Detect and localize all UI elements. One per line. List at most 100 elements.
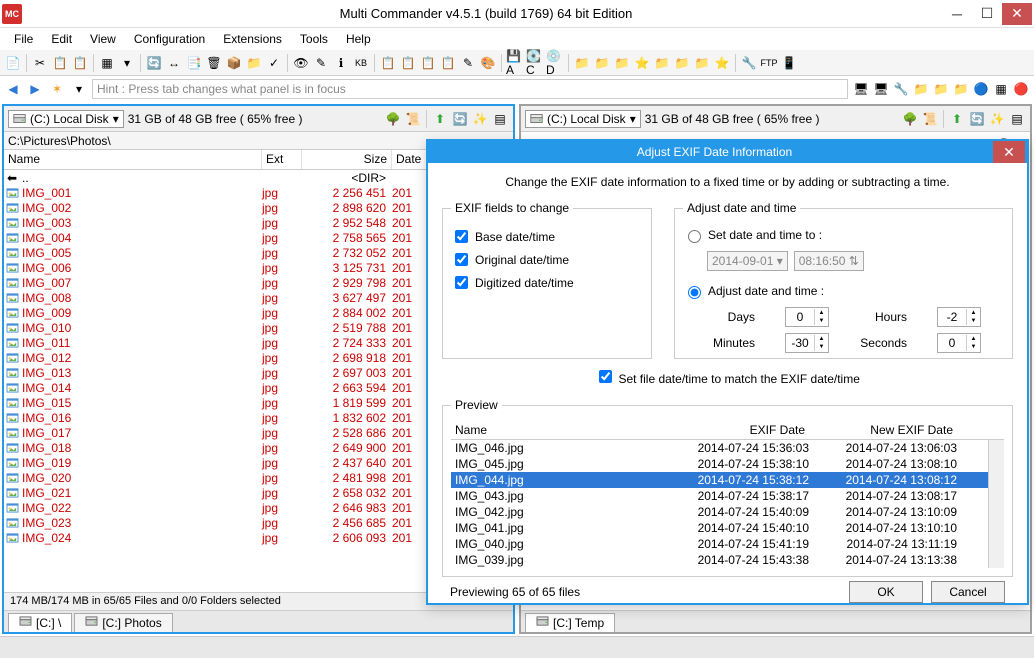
preview-row[interactable]: IMG_042.jpg2014-07-24 15:40:092014-07-24…: [451, 504, 1004, 520]
fav8-icon[interactable]: ⭐: [713, 54, 731, 72]
paste-icon[interactable]: 📋: [71, 54, 89, 72]
fav6-icon[interactable]: 📁: [673, 54, 691, 72]
nr3-icon[interactable]: 🔧: [892, 80, 910, 98]
new-icon[interactable]: 📄: [4, 54, 22, 72]
nav-hist-icon[interactable]: ✶: [48, 80, 66, 98]
minimize-button[interactable]: ─: [942, 3, 972, 25]
cancel-button[interactable]: Cancel: [931, 581, 1005, 603]
ftp-icon[interactable]: FTP: [760, 54, 778, 72]
preview-scrollbar[interactable]: [988, 440, 1004, 568]
nav-back-icon[interactable]: ◀: [4, 80, 22, 98]
up-icon-r[interactable]: ⬆: [948, 110, 966, 128]
fav7-icon[interactable]: 📁: [693, 54, 711, 72]
fav1-icon[interactable]: 📁: [573, 54, 591, 72]
menu-file[interactable]: File: [6, 30, 41, 48]
cb-original[interactable]: [455, 253, 468, 266]
cb-match-filedate[interactable]: [599, 370, 612, 383]
preview-list[interactable]: IMG_046.jpg2014-07-24 15:36:032014-07-24…: [451, 440, 1004, 568]
tool1-icon[interactable]: 🔧: [740, 54, 758, 72]
cut-icon[interactable]: ✂: [31, 54, 49, 72]
tree-icon-r[interactable]: 🌳: [901, 110, 919, 128]
set-date-input[interactable]: 2014-09-01 ▾: [707, 251, 788, 271]
spin-seconds[interactable]: ▲▼: [937, 333, 981, 353]
ok-button[interactable]: OK: [849, 581, 923, 603]
tree-icon[interactable]: 🌳: [384, 110, 402, 128]
panel-tab[interactable]: [C:] Temp: [525, 613, 615, 632]
edit-icon[interactable]: ✎: [312, 54, 330, 72]
nr6-icon[interactable]: 📁: [952, 80, 970, 98]
rb-adjust[interactable]: [688, 286, 701, 299]
set-time-input[interactable]: 08:16:50 ⇅: [794, 251, 864, 271]
drive-selector-r[interactable]: (C:) Local Disk ▾: [525, 110, 641, 128]
nav-fwd-icon[interactable]: ▶: [26, 80, 44, 98]
preview-row[interactable]: IMG_044.jpg2014-07-24 15:38:122014-07-24…: [451, 472, 1004, 488]
nav-drop-icon[interactable]: ▾: [70, 80, 88, 98]
refresh2-icon[interactable]: 🔄: [451, 110, 469, 128]
dialog-close-button[interactable]: ✕: [993, 141, 1025, 163]
hist-icon-r[interactable]: 📜: [921, 110, 939, 128]
preview-row[interactable]: IMG_046.jpg2014-07-24 15:36:032014-07-24…: [451, 440, 1004, 456]
drive-c-icon[interactable]: 💽C: [526, 54, 544, 72]
pcol-name[interactable]: Name: [451, 421, 669, 439]
command-line[interactable]: Hint : Press tab changes what panel is i…: [92, 79, 848, 99]
nr1-icon[interactable]: 🖥: [852, 80, 870, 98]
copy-file-icon[interactable]: 📑: [185, 54, 203, 72]
fav4-icon[interactable]: ⭐: [633, 54, 651, 72]
color-icon[interactable]: 🎨: [479, 54, 497, 72]
spin-days[interactable]: ▲▼: [785, 307, 829, 327]
delete-icon[interactable]: 🗑: [205, 54, 223, 72]
preview-row[interactable]: IMG_040.jpg2014-07-24 15:41:192014-07-24…: [451, 536, 1004, 552]
pcol-newexif[interactable]: New EXIF Date: [809, 421, 957, 439]
drive-d-icon[interactable]: 💿D: [546, 54, 564, 72]
menu-edit[interactable]: Edit: [43, 30, 80, 48]
clip-icon[interactable]: 📋: [399, 54, 417, 72]
preview-row[interactable]: IMG_043.jpg2014-07-24 15:38:172014-07-24…: [451, 488, 1004, 504]
select-icon[interactable]: ▦: [98, 54, 116, 72]
refresh-icon-r[interactable]: 🔄: [968, 110, 986, 128]
fav2-icon[interactable]: 📁: [593, 54, 611, 72]
folder-icon[interactable]: 📁: [245, 54, 263, 72]
up-icon[interactable]: ⬆: [431, 110, 449, 128]
hist2-icon[interactable]: 📜: [404, 110, 422, 128]
pcol-exif[interactable]: EXIF Date: [669, 421, 809, 439]
cb-base[interactable]: [455, 230, 468, 243]
props-icon-r[interactable]: ▤: [1008, 110, 1026, 128]
wand-icon-r[interactable]: ✨: [988, 110, 1006, 128]
close-button[interactable]: ✕: [1002, 3, 1032, 25]
nr4-icon[interactable]: 📁: [912, 80, 930, 98]
panel-tab[interactable]: [C:] \: [8, 613, 72, 632]
preview-row[interactable]: IMG_045.jpg2014-07-24 15:38:102014-07-24…: [451, 456, 1004, 472]
spin-hours[interactable]: ▲▼: [937, 307, 981, 327]
view-icon[interactable]: 👁: [292, 54, 310, 72]
refresh-icon[interactable]: 🔄: [145, 54, 163, 72]
pack-icon[interactable]: 📦: [225, 54, 243, 72]
cb-digitized[interactable]: [455, 276, 468, 289]
preview-row[interactable]: IMG_039.jpg2014-07-24 15:43:382014-07-24…: [451, 552, 1004, 568]
clip3-icon[interactable]: 📋: [439, 54, 457, 72]
transfer-icon[interactable]: ↔: [165, 54, 183, 72]
rb-set[interactable]: [688, 230, 701, 243]
verify-icon[interactable]: ✓: [265, 54, 283, 72]
fav3-icon[interactable]: 📁: [613, 54, 631, 72]
menu-configuration[interactable]: Configuration: [126, 30, 213, 48]
tool3-icon[interactable]: 📱: [780, 54, 798, 72]
nr9-icon[interactable]: 🔴: [1012, 80, 1030, 98]
spin-minutes[interactable]: ▲▼: [785, 333, 829, 353]
menu-tools[interactable]: Tools: [292, 30, 336, 48]
col-size[interactable]: Size: [302, 150, 392, 169]
prop-icon[interactable]: ℹ: [332, 54, 350, 72]
dropdown-icon[interactable]: ▾: [118, 54, 136, 72]
size-icon[interactable]: KB: [352, 54, 370, 72]
wand-icon[interactable]: ✨: [471, 110, 489, 128]
preview-row[interactable]: IMG_041.jpg2014-07-24 15:40:102014-07-24…: [451, 520, 1004, 536]
nr8-icon[interactable]: ▦: [992, 80, 1010, 98]
col-name[interactable]: Name: [4, 150, 262, 169]
col-ext[interactable]: Ext: [262, 150, 302, 169]
panel-tab[interactable]: [C:] Photos: [74, 613, 172, 632]
drive-selector[interactable]: (C:) Local Disk ▾: [8, 110, 124, 128]
props-icon[interactable]: ▤: [491, 110, 509, 128]
copy-icon[interactable]: 📋: [51, 54, 69, 72]
menu-extensions[interactable]: Extensions: [215, 30, 290, 48]
nr7-icon[interactable]: 🔵: [972, 80, 990, 98]
menu-help[interactable]: Help: [338, 30, 379, 48]
